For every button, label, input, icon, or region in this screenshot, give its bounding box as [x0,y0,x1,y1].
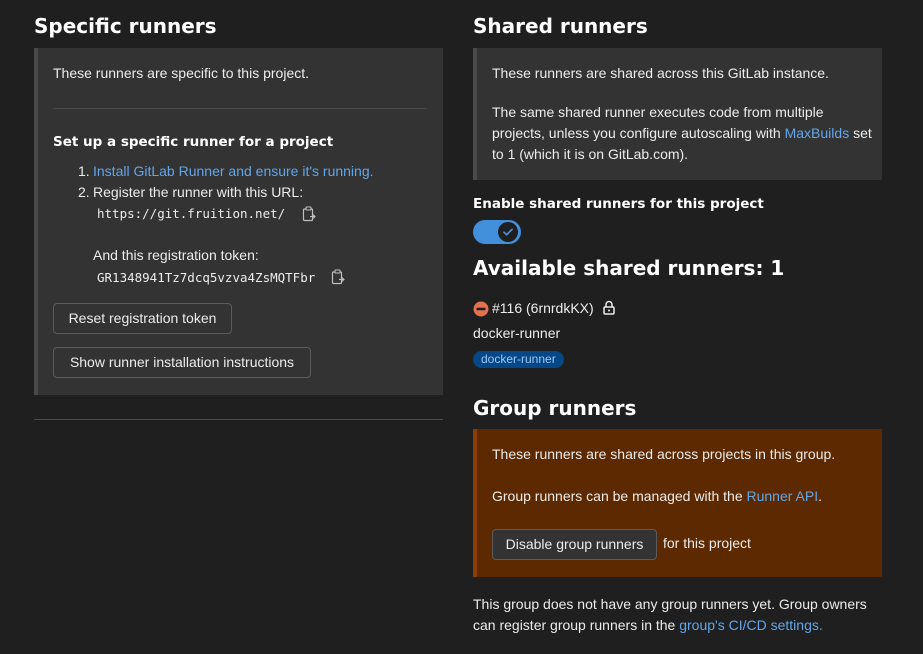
toggle-knob [498,222,518,242]
shared-runners-panel: These runners are shared across this Git… [473,48,882,180]
runner-tag-badge: docker-runner [473,351,564,368]
token-label: And this registration token: [93,247,259,263]
step-2-number: 2. [78,184,90,200]
enable-shared-label: Enable shared runners for this project [473,196,764,212]
available-runners-title: Available shared runners: 1 [473,256,785,280]
disable-suffix: for this project [663,535,751,551]
check-icon [503,228,513,236]
step-2-text: Register the runner with this URL: [93,184,304,200]
divider [53,108,427,109]
runner-name: docker-runner [473,325,561,341]
reset-token-button[interactable]: Reset registration token [53,303,232,334]
shared-runners-toggle[interactable] [473,220,521,244]
specific-intro: These runners are specific to this proje… [53,65,310,81]
registration-token: GR1348941Tz7dcq5vzva4ZsMQTFbr [97,270,316,285]
copy-token-icon[interactable] [331,269,345,285]
group-runners-title: Group runners [473,396,637,420]
group-manage-after: . [818,488,822,504]
specific-runners-title: Specific runners [34,14,217,38]
section-divider [34,419,443,420]
maxbuilds-link[interactable]: MaxBuilds [785,125,850,141]
group-cicd-settings-link[interactable]: group's CI/CD settings. [679,617,823,633]
group-manage-before: Group runners can be managed with the [492,488,747,504]
show-instructions-button[interactable]: Show runner installation instructions [53,347,311,378]
lock-icon [603,300,615,315]
group-note: This group does not have any group runne… [473,594,878,636]
shared-intro: These runners are shared across this Git… [492,65,829,81]
runner-id[interactable]: #116 (6rnrdkKX) [492,300,594,316]
disable-group-runners-button[interactable]: Disable group runners [492,529,657,560]
group-runners-panel: These runners are shared across projects… [473,429,882,577]
specific-runners-panel: These runners are specific to this proje… [34,48,443,395]
group-intro: These runners are shared across projects… [492,446,836,462]
shared-description: The same shared runner executes code fro… [492,102,872,165]
setup-title: Set up a specific runner for a project [53,134,334,150]
paused-status-icon [473,301,489,317]
shared-desc-before: The same shared runner executes code fro… [492,104,824,141]
shared-runners-title: Shared runners [473,14,648,38]
group-manage-text: Group runners can be managed with the Ru… [492,488,822,504]
step-1-number: 1. [78,163,90,179]
runner-url: https://git.fruition.net/ [97,206,286,221]
copy-url-icon[interactable] [302,206,316,222]
install-runner-link[interactable]: Install GitLab Runner and ensure it's ru… [93,163,374,179]
runner-api-link[interactable]: Runner API [747,488,819,504]
